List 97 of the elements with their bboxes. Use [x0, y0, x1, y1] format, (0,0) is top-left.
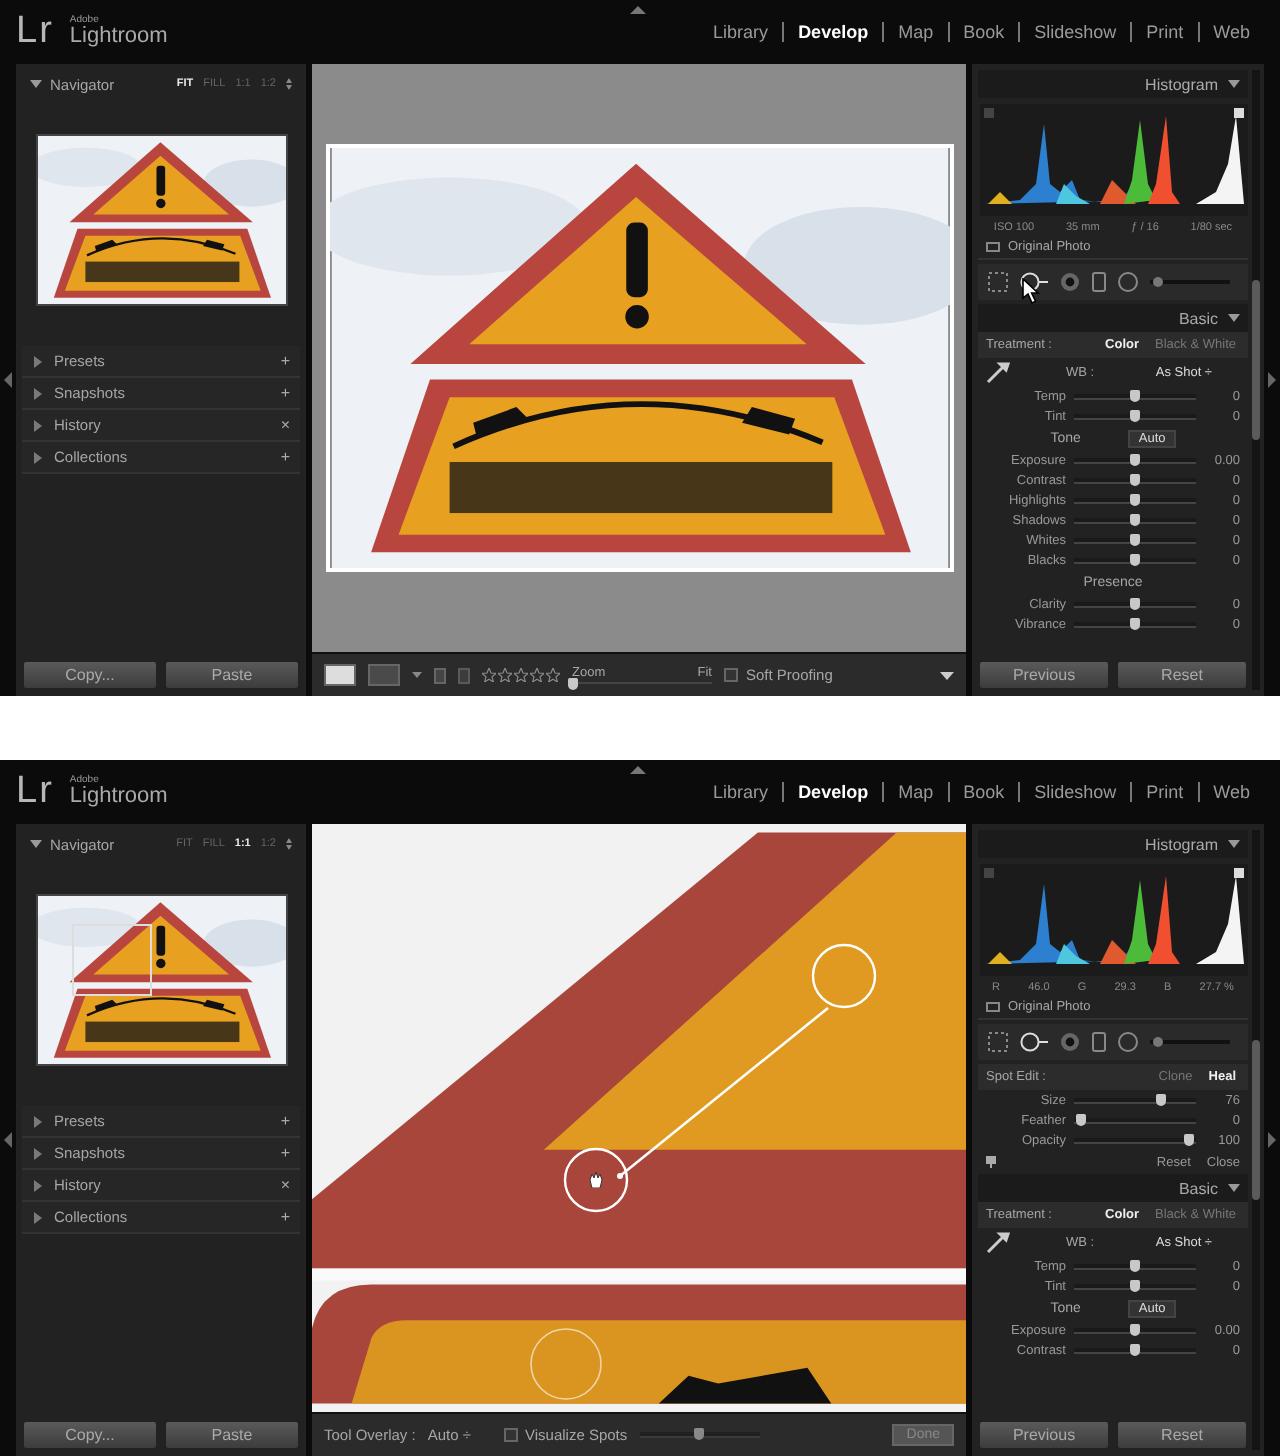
checkbox[interactable]	[503, 1428, 517, 1442]
panel-header[interactable]: Histogram	[978, 70, 1248, 98]
module-tab[interactable]: Web	[1197, 22, 1264, 42]
module-tab[interactable]: Book	[947, 22, 1019, 42]
slider-thumb[interactable]	[1130, 389, 1140, 401]
target-spot-circle	[810, 942, 878, 1010]
panel-action-icon[interactable]: +	[280, 1112, 290, 1130]
circle-icon	[1118, 272, 1138, 292]
view-area-frame[interactable]	[71, 924, 151, 996]
collapse-arrow-icon	[630, 766, 646, 774]
slider-thumb[interactable]	[1130, 473, 1140, 485]
slider-thumb[interactable]	[1130, 617, 1140, 629]
panel-header[interactable]: Basic	[978, 304, 1248, 332]
module-tab[interactable]: Library	[699, 782, 783, 802]
slider-thumb[interactable]	[1130, 493, 1140, 505]
panel-header[interactable]: Histogram	[978, 830, 1248, 858]
app-name: Lightroom	[69, 26, 168, 48]
slider-thumb[interactable]	[1130, 1259, 1140, 1271]
spot-circle-icon	[1020, 272, 1048, 292]
panel-button[interactable]: Previous	[978, 1420, 1110, 1450]
panel-button[interactable]: Paste	[164, 660, 300, 690]
up-down-arrows-icon	[286, 838, 292, 850]
panel-button[interactable]: Copy...	[22, 1420, 158, 1450]
rectangle-icon	[1092, 272, 1106, 292]
collapse-arrow-icon	[1268, 1132, 1276, 1148]
panel-action-icon[interactable]: +	[280, 1144, 290, 1162]
module-tab[interactable]: Develop	[782, 782, 883, 802]
spot-circle	[528, 1326, 604, 1402]
up-down-arrows-icon	[286, 78, 292, 90]
scrollbar[interactable]	[1252, 830, 1260, 1450]
target-circle-icon	[1060, 1032, 1080, 1052]
slider-thumb[interactable]	[1130, 453, 1140, 465]
collapse-arrow-icon	[1268, 372, 1276, 388]
panel-button[interactable]: Reset	[1116, 1420, 1248, 1450]
panel-title: Histogram	[1145, 75, 1218, 93]
module-tab[interactable]: Slideshow	[1018, 22, 1131, 42]
module-tab[interactable]: Library	[699, 22, 783, 42]
panel-action-icon[interactable]: +	[280, 448, 290, 466]
panel-action-icon[interactable]: +	[280, 1208, 290, 1226]
dropdown-triangle-icon	[940, 671, 954, 679]
circle-icon	[1118, 1032, 1138, 1052]
panel-header[interactable]: Basic	[978, 1174, 1248, 1202]
slider-thumb[interactable]	[1130, 597, 1140, 609]
module-tab[interactable]: Map	[882, 782, 948, 802]
rectangle-icon	[1092, 1032, 1106, 1052]
panel-button[interactable]: Copy...	[22, 660, 158, 690]
slider-thumb[interactable]	[1130, 1279, 1140, 1291]
slider-thumb[interactable]	[1075, 1113, 1086, 1125]
caret-icon	[412, 672, 422, 678]
brush-slider-icon	[1150, 276, 1230, 288]
module-tab[interactable]: Slideshow	[1018, 782, 1131, 802]
slider-thumb[interactable]	[1130, 533, 1140, 545]
panel-action-icon[interactable]: +	[280, 352, 290, 370]
photo-frame-icon	[986, 242, 1000, 252]
collapse-arrow-icon	[630, 6, 646, 14]
brush-slider-icon	[1150, 1036, 1230, 1048]
panel-action-icon[interactable]: ×	[280, 1176, 290, 1194]
module-tab[interactable]: Print	[1130, 782, 1198, 802]
spot-circle-icon	[1020, 1032, 1048, 1052]
panel-title: Histogram	[1145, 835, 1218, 853]
source-spot-circle	[562, 1146, 630, 1214]
panel-button[interactable]: Previous	[978, 660, 1110, 690]
scrollbar[interactable]	[1252, 70, 1260, 690]
slider-thumb[interactable]	[1130, 513, 1140, 525]
pin-icon	[986, 1156, 996, 1168]
panel-title: Basic	[1178, 309, 1218, 327]
photo-frame-icon	[986, 1002, 1000, 1012]
crop-grid-icon	[988, 272, 1008, 292]
hand-cursor-icon	[588, 1172, 604, 1188]
slider-thumb[interactable]	[1130, 1323, 1140, 1335]
collapse-arrow-icon	[4, 1132, 12, 1148]
loupe-view-button[interactable]	[324, 664, 356, 686]
module-tab[interactable]: Map	[882, 22, 948, 42]
module-tab[interactable]: Develop	[782, 22, 883, 42]
panel-button[interactable]: Paste	[164, 1420, 300, 1450]
slider-thumb[interactable]	[1130, 409, 1140, 421]
panel-action-icon[interactable]: ×	[280, 416, 290, 434]
slider-thumb[interactable]	[1130, 1343, 1140, 1355]
slider-thumb[interactable]	[1184, 1133, 1195, 1145]
checkbox[interactable]	[724, 668, 738, 682]
collapse-arrow-icon	[4, 372, 12, 388]
module-tab[interactable]: Book	[947, 782, 1019, 802]
panel-button[interactable]: Reset	[1116, 660, 1248, 690]
star-rating[interactable]	[482, 668, 560, 682]
module-tab[interactable]: Web	[1197, 782, 1264, 802]
panel-action-icon[interactable]: +	[280, 384, 290, 402]
module-tab[interactable]: Print	[1130, 22, 1198, 42]
app-logo: Lr	[16, 10, 54, 54]
slider-thumb[interactable]	[1156, 1093, 1167, 1105]
slider-thumb[interactable]	[567, 678, 577, 690]
app-name: Lightroom	[69, 786, 168, 808]
slider-thumb[interactable]	[1130, 553, 1140, 565]
panel-title: Basic	[1178, 1179, 1218, 1197]
target-circle-icon	[1060, 272, 1080, 292]
slider-thumb[interactable]	[694, 1428, 705, 1440]
app-logo: Lr	[16, 770, 54, 814]
crop-grid-icon	[988, 1032, 1008, 1052]
